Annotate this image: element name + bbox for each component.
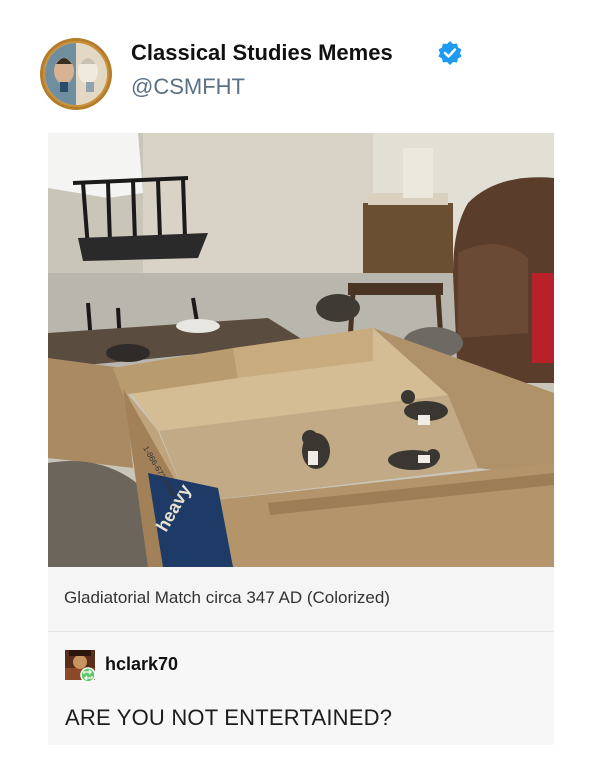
post-card: heavy 1-866-672-4399 Gladiatorial Match … [48, 133, 554, 745]
reblog-icon [80, 667, 96, 683]
verified-badge-icon [438, 41, 462, 65]
user-handle[interactable]: @CSMFHT [131, 74, 245, 100]
reply-username[interactable]: hclark70 [105, 654, 178, 675]
user-avatar-icon[interactable] [65, 650, 96, 683]
post-photo[interactable]: heavy 1-866-672-4399 [48, 133, 554, 567]
display-name[interactable]: Classical Studies Memes [131, 40, 393, 66]
reply-area: hclark70 ARE YOU NOT ENTERTAINED? [48, 632, 554, 745]
reply-text: ARE YOU NOT ENTERTAINED? [65, 705, 393, 730]
profile-avatar[interactable] [40, 38, 112, 110]
caption-area: Gladiatorial Match circa 347 AD (Coloriz… [48, 567, 554, 631]
two-faces-avatar-icon [40, 38, 112, 110]
post-caption: Gladiatorial Match circa 347 AD (Coloriz… [64, 588, 390, 607]
kittens-in-cardboard-box-photo: heavy 1-866-672-4399 [48, 133, 554, 567]
